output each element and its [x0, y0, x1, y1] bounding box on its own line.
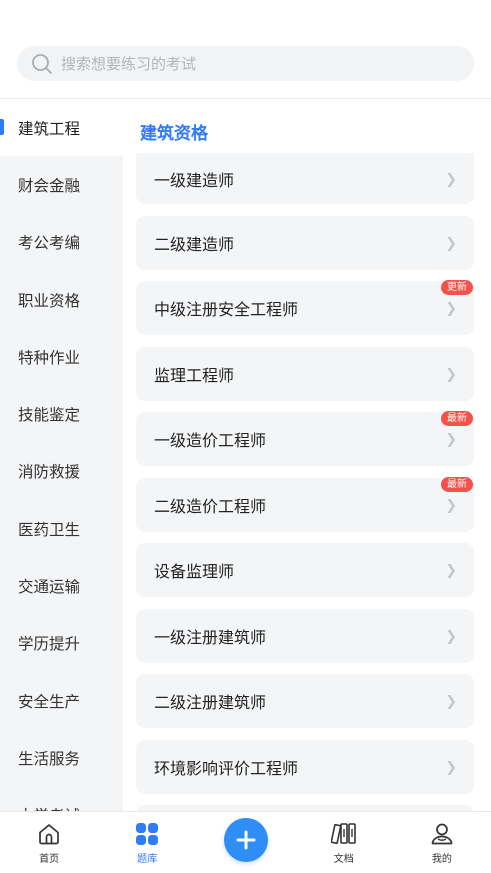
bottom-tab-bar: 首页 题库 文档 我的 — [0, 811, 491, 873]
chevron-right-icon: ❯ — [445, 365, 457, 381]
exam-card-label: 一级注册建筑师 — [154, 629, 267, 647]
exam-card[interactable]: 二级造价工程师 最新 ❯ — [136, 476, 474, 532]
sidebar-item-safety[interactable]: 安全生产 — [0, 672, 123, 729]
add-button[interactable] — [223, 818, 268, 862]
tab-documents-label: 文档 — [333, 854, 354, 865]
exam-card[interactable]: 一级造价工程师 最新 ❯ — [136, 411, 474, 466]
search-bar[interactable]: 搜索想要练习的考试 — [17, 46, 474, 81]
exam-card-label: 设备监理师 — [154, 564, 235, 581]
tab-mine-label: 我的 — [431, 854, 452, 865]
chevron-right-icon: ❯ — [445, 430, 457, 447]
exam-card[interactable]: 中级注册安全工程师 更新 ❯ — [136, 280, 474, 335]
chevron-right-icon: ❯ — [445, 561, 457, 578]
sidebar-item-fire-rescue[interactable]: 消防救援 — [0, 443, 123, 500]
sidebar-item-civil-service[interactable]: 考公考编 — [0, 214, 123, 271]
sidebar-item-education[interactable]: 学历提升 — [0, 615, 123, 672]
search-icon — [31, 53, 53, 75]
plus-icon — [236, 830, 255, 850]
chevron-right-icon: ❯ — [445, 758, 457, 774]
exam-card[interactable]: 一级建造师 ❯ — [136, 153, 474, 204]
chevron-right-icon: ❯ — [445, 299, 457, 316]
chevron-right-icon: ❯ — [445, 234, 457, 250]
exam-card-label: 二级造价工程师 — [154, 498, 267, 516]
sidebar-item-life-service[interactable]: 生活服务 — [0, 729, 123, 786]
sidebar-item-medical[interactable]: 医药卫生 — [0, 500, 123, 557]
tab-home[interactable]: 首页 — [0, 812, 98, 873]
chevron-right-icon: ❯ — [445, 496, 457, 512]
tab-mine[interactable]: 我的 — [393, 812, 491, 873]
search-input[interactable]: 搜索想要练习的考试 — [61, 53, 196, 74]
tab-question-bank[interactable]: 题库 — [98, 812, 196, 873]
exam-card[interactable]: 二级建造师 ❯ — [136, 215, 474, 270]
exam-card[interactable]: 环境影响评价工程师 ❯ — [136, 739, 474, 794]
category-sidebar: 建筑工程 财会金融 考公考编 职业资格 特种作业 技能鉴定 消防救援 医药卫生 … — [0, 99, 123, 811]
exam-card-label: 一级建造师 — [154, 172, 235, 190]
sidebar-item-university[interactable]: 大学考试 — [0, 787, 123, 811]
sidebar-item-special-operation[interactable]: 特种作业 — [0, 328, 123, 385]
new-badge: 最新 — [441, 411, 473, 426]
sidebar-item-vocational[interactable]: 职业资格 — [0, 271, 123, 328]
sidebar-item-transport[interactable]: 交通运输 — [0, 557, 123, 614]
user-icon — [429, 821, 455, 847]
grid-icon — [134, 821, 160, 847]
tab-question-bank-label: 题库 — [137, 854, 158, 865]
exam-card-label: 二级注册建筑师 — [154, 695, 267, 712]
section-title: 建筑资格 — [140, 124, 208, 143]
new-badge: 最新 — [441, 476, 473, 492]
tab-add[interactable] — [196, 812, 294, 873]
update-badge: 更新 — [441, 280, 473, 295]
chevron-right-icon: ❯ — [445, 627, 457, 643]
exam-card[interactable]: 设备监理师 ❯ — [136, 543, 474, 597]
sidebar-item-skills[interactable]: 技能鉴定 — [0, 385, 123, 442]
exam-card-label: 监理工程师 — [154, 367, 235, 385]
tab-home-label: 首页 — [39, 854, 60, 865]
sidebar-item-finance[interactable]: 财会金融 — [0, 156, 123, 213]
exam-card-label: 中级注册安全工程师 — [154, 302, 299, 319]
exam-card[interactable]: 一级注册建筑师 ❯ — [136, 608, 474, 663]
exam-card[interactable]: 监理工程师 ❯ — [136, 346, 474, 401]
exam-card-label: 一级造价工程师 — [154, 433, 267, 450]
exam-card-list: 一级建造师 ❯ 二级建造师 ❯ 中级注册安全工程师 更新 ❯ 监理工程师 ❯ 一… — [136, 153, 474, 811]
books-icon — [330, 821, 357, 847]
exam-card-label: 二级建造师 — [154, 236, 235, 254]
home-icon — [36, 821, 62, 847]
chevron-right-icon: ❯ — [445, 692, 457, 709]
exam-card[interactable]: 二级注册建筑师 ❯ — [136, 674, 474, 728]
chevron-right-icon: ❯ — [445, 170, 457, 186]
exam-list-panel: 建筑资格 一级建造师 ❯ 二级建造师 ❯ 中级注册安全工程师 更新 ❯ 监理工程… — [123, 99, 491, 811]
exam-card-label: 环境影响评价工程师 — [154, 760, 299, 778]
tab-documents[interactable]: 文档 — [295, 812, 393, 873]
sidebar-item-construction[interactable]: 建筑工程 — [0, 99, 123, 157]
